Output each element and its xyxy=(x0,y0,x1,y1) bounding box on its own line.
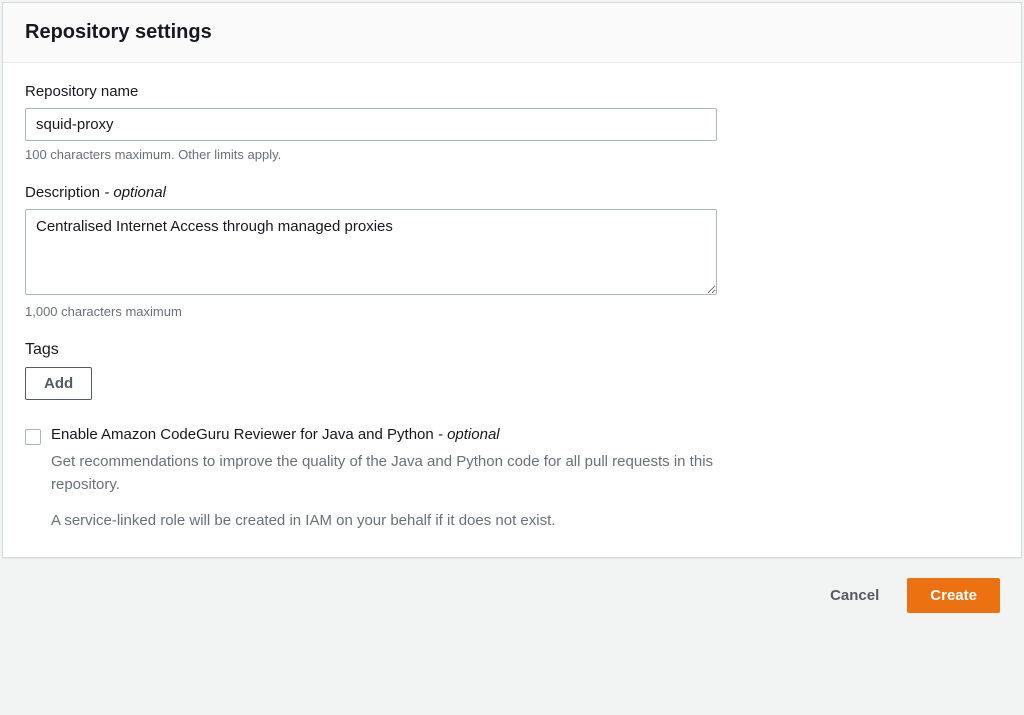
cancel-button[interactable]: Cancel xyxy=(816,579,893,612)
repository-name-label: Repository name xyxy=(25,83,999,100)
form-footer: Cancel Create xyxy=(2,558,1022,621)
codeguru-checkbox[interactable] xyxy=(25,429,41,445)
description-field: Description - optional 1,000 characters … xyxy=(25,184,999,319)
tags-label: Tags xyxy=(25,341,999,359)
description-hint: 1,000 characters maximum xyxy=(25,304,999,319)
panel-title: Repository settings xyxy=(25,21,999,44)
description-label-text: Description xyxy=(25,184,100,201)
create-button[interactable]: Create xyxy=(907,578,1000,613)
codeguru-field: Enable Amazon CodeGuru Reviewer for Java… xyxy=(25,426,999,533)
repository-name-hint: 100 characters maximum. Other limits app… xyxy=(25,147,999,162)
codeguru-label: Enable Amazon CodeGuru Reviewer for Java… xyxy=(51,426,761,443)
repository-name-input[interactable] xyxy=(25,108,717,141)
tags-field: Tags Add xyxy=(25,341,999,400)
codeguru-content: Enable Amazon CodeGuru Reviewer for Java… xyxy=(51,426,761,533)
repository-name-field: Repository name 100 characters maximum. … xyxy=(25,83,999,162)
codeguru-label-text: Enable Amazon CodeGuru Reviewer for Java… xyxy=(51,426,434,443)
panel-header: Repository settings xyxy=(3,3,1021,63)
description-textarea[interactable] xyxy=(25,209,717,295)
repository-settings-panel: Repository settings Repository name 100 … xyxy=(2,2,1022,558)
codeguru-desc-2: A service-linked role will be created in… xyxy=(51,510,761,533)
codeguru-desc-1: Get recommendations to improve the quali… xyxy=(51,451,761,496)
description-optional-text: - optional xyxy=(104,184,166,201)
description-label: Description - optional xyxy=(25,184,999,201)
add-tag-button[interactable]: Add xyxy=(25,367,92,400)
panel-body: Repository name 100 characters maximum. … xyxy=(3,63,1021,557)
codeguru-optional-text: - optional xyxy=(438,426,500,443)
